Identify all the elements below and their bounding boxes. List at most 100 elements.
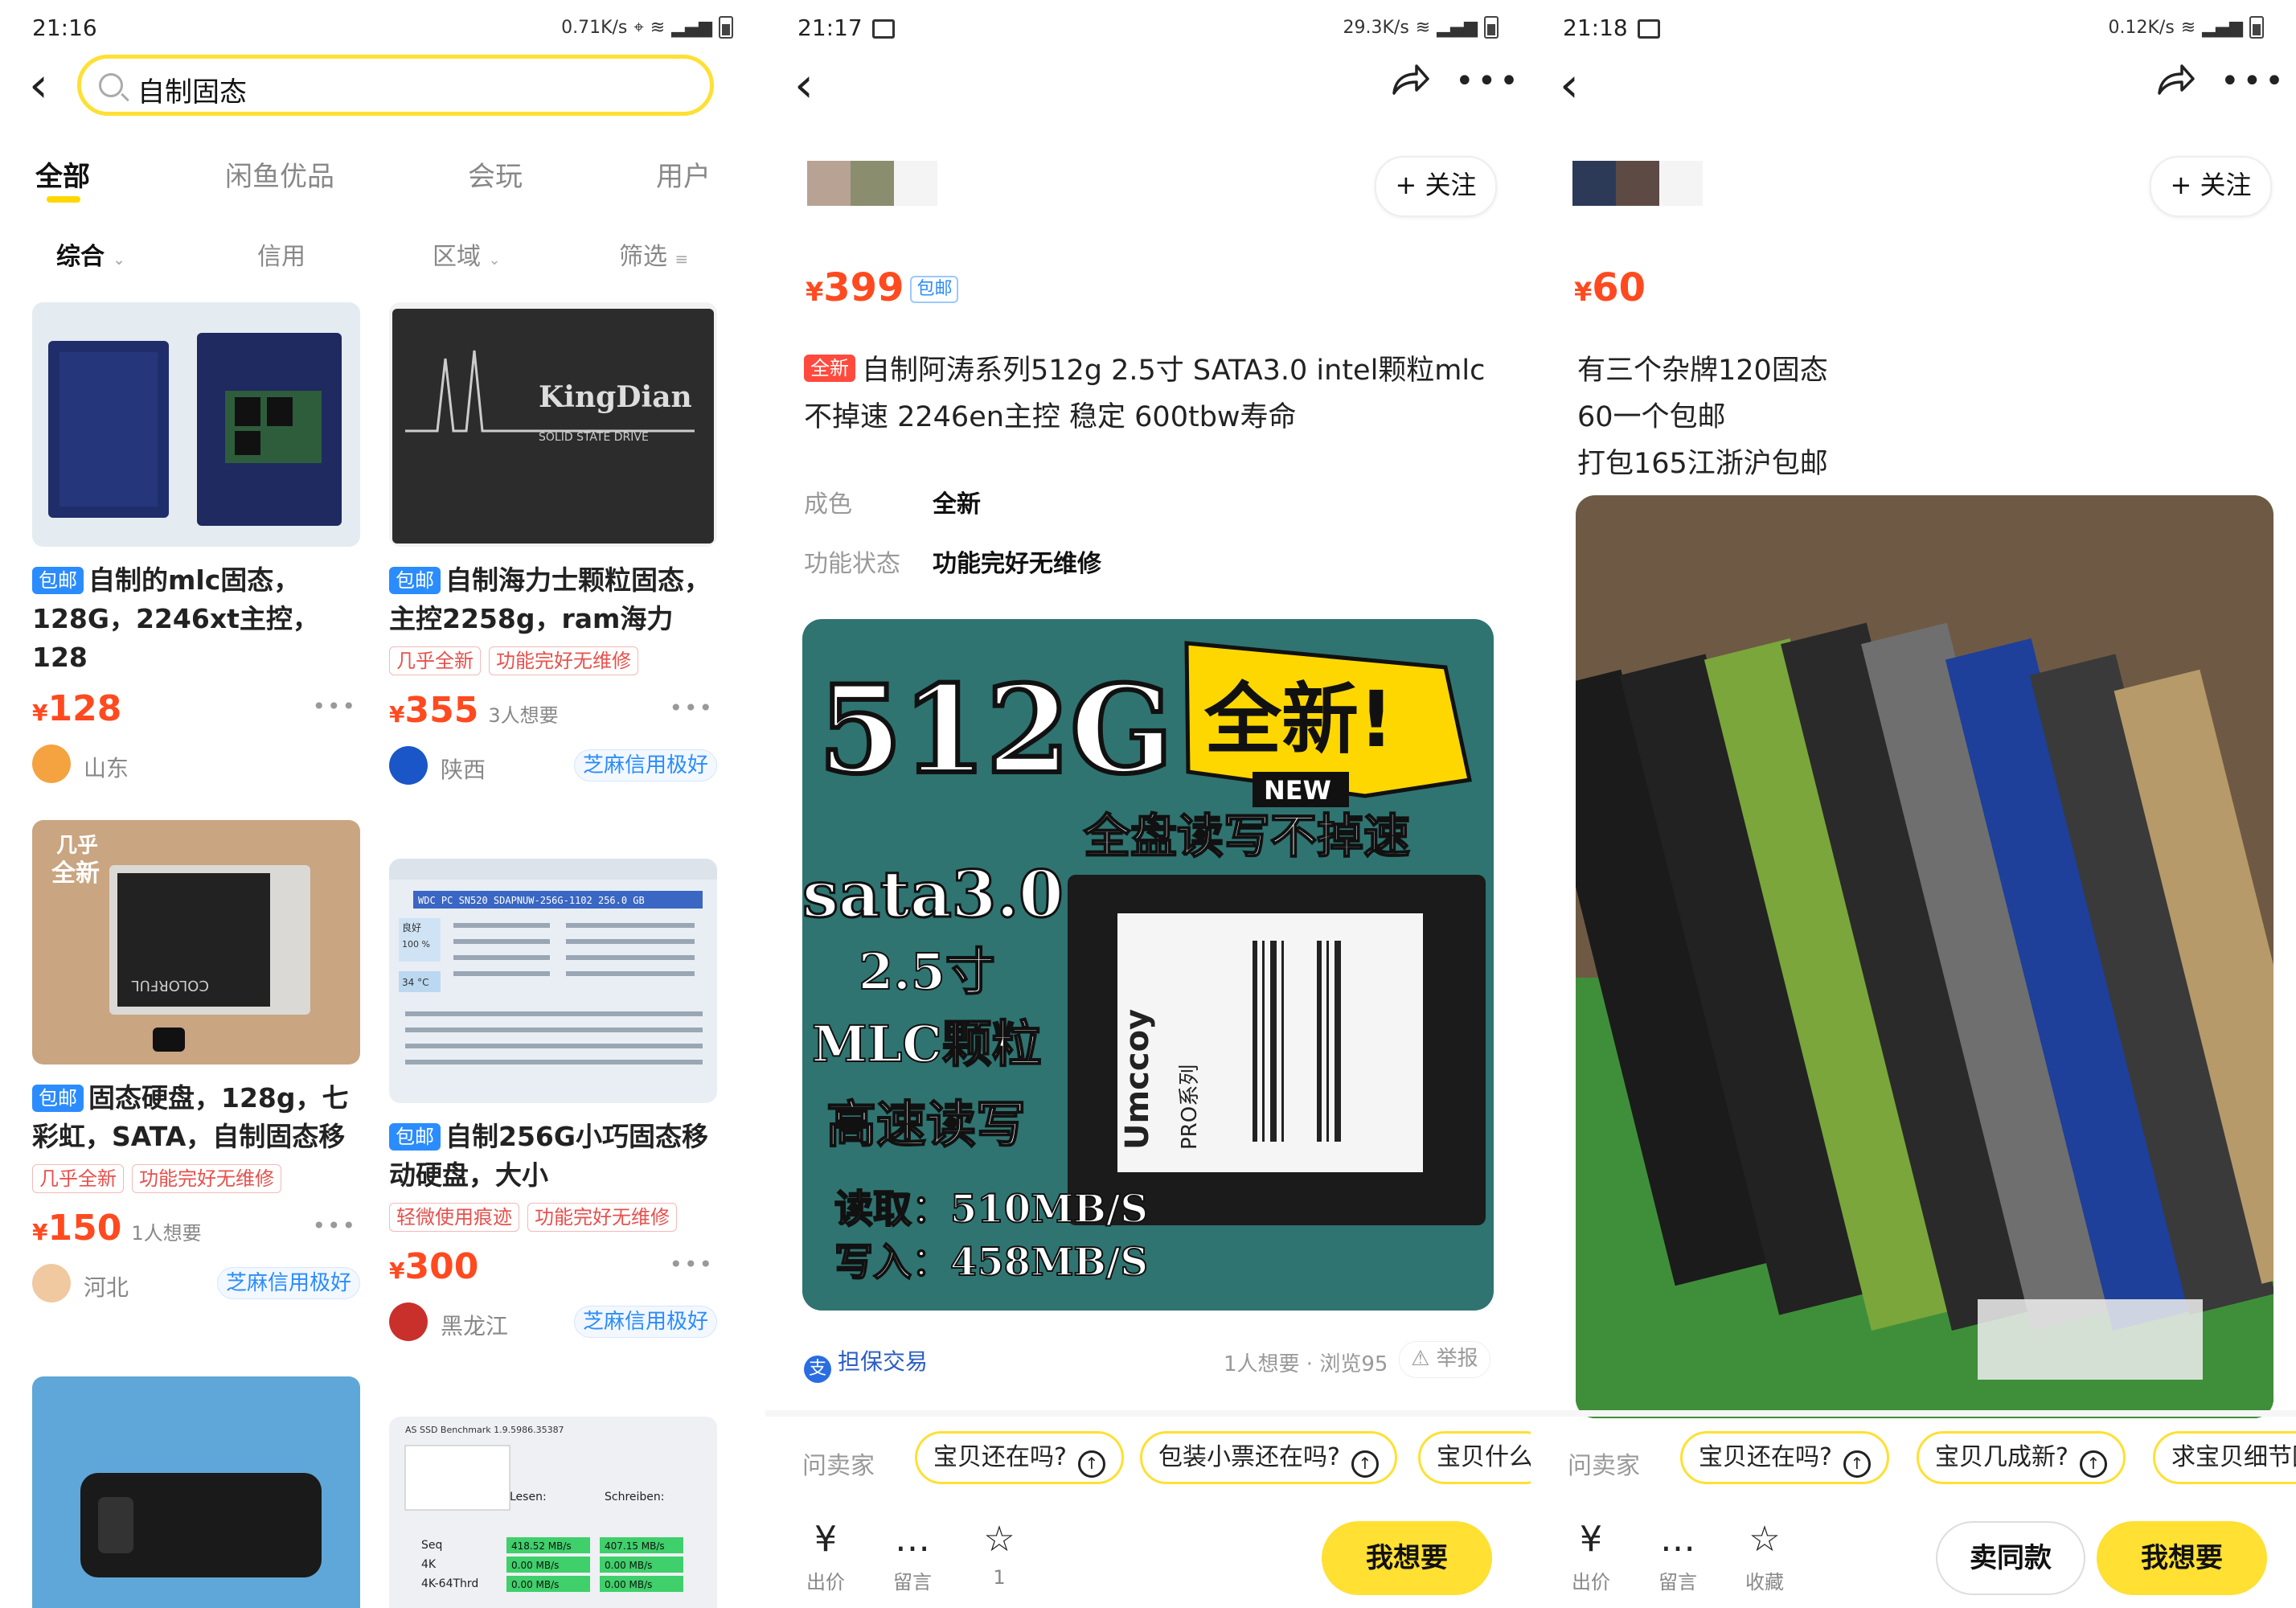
arrow-up-icon: ↑ bbox=[2079, 1450, 2107, 1478]
product-price: ¥355 bbox=[389, 690, 479, 731]
kingdian-ssd-image: KingDian SOLID STATE DRIVE bbox=[389, 302, 717, 547]
more-icon[interactable]: ••• bbox=[2220, 63, 2287, 100]
quick-question-chip[interactable]: 包装小票还在吗? ↑ bbox=[1140, 1431, 1397, 1484]
filter-screen[interactable]: 筛选 ≡ bbox=[619, 236, 688, 272]
product-card[interactable]: 几乎 全新 COLORFUL 包邮 固态硬盘，128g，七彩虹，SATA，自制固态… bbox=[32, 820, 360, 1304]
price-value: 355 bbox=[404, 690, 479, 731]
image-label-series: PRO系列 bbox=[1178, 1064, 1202, 1150]
image-slogan: 全盘读写不掉速 bbox=[1083, 809, 1410, 863]
escrow-link[interactable]: 支担保交易 bbox=[804, 1344, 928, 1383]
more-icon[interactable]: ••• bbox=[669, 695, 714, 721]
product-card[interactable]: 包邮 自制的mlc固态，128G，2246xt主控，128 ¥128 ••• 山东 bbox=[32, 302, 360, 785]
tab-users[interactable]: 用户 bbox=[656, 154, 711, 194]
quick-question-chip[interactable]: 宝贝还在吗? ↑ bbox=[1680, 1431, 1889, 1484]
back-icon[interactable]: ‹ bbox=[1560, 61, 1579, 109]
avatar bbox=[32, 745, 71, 783]
image-4k64-read: 0.00 MB/s bbox=[511, 1579, 559, 1590]
product-title: 包邮 固态硬盘，128g，七彩虹，SATA，自制固态移 bbox=[32, 1079, 360, 1156]
free-shipping-badge: 包邮 bbox=[32, 567, 84, 594]
more-icon[interactable]: ••• bbox=[1455, 63, 1522, 100]
image-4k-read: 0.00 MB/s bbox=[511, 1560, 559, 1571]
bid-button[interactable]: ¥ 出价 bbox=[797, 1520, 854, 1594]
free-shipping-badge: 包邮 bbox=[910, 276, 959, 303]
question-text: 宝贝还在吗? bbox=[933, 1443, 1067, 1471]
status-icons: 29.3K/s ≋ ▂▄▆ bbox=[1343, 16, 1499, 39]
share-icon[interactable] bbox=[1389, 63, 1429, 96]
network-speed: 29.3K/s bbox=[1343, 17, 1409, 38]
want-button[interactable]: 我想要 bbox=[2097, 1521, 2267, 1595]
quick-question-chip[interactable]: 宝贝什么 bbox=[1418, 1431, 1531, 1484]
filter-region[interactable]: 区域 ⌄ bbox=[433, 236, 501, 272]
product-title: 包邮 自制的mlc固态，128G，2246xt主控，128 bbox=[32, 561, 360, 677]
search-icon bbox=[99, 73, 123, 97]
product-image: KingDian SOLID STATE DRIVE bbox=[389, 302, 717, 547]
tab-xianyu-premium[interactable]: 闲鱼优品 bbox=[225, 154, 334, 194]
quick-question-chip[interactable]: 宝贝还在吗? ↑ bbox=[915, 1431, 1124, 1484]
favorite-button[interactable]: ☆ 收藏 bbox=[1736, 1520, 1793, 1594]
want-button[interactable]: 我想要 bbox=[1322, 1521, 1492, 1595]
report-button[interactable]: ⚠ 举报 bbox=[1399, 1341, 1490, 1378]
status-time-text: 21:18 bbox=[1563, 14, 1628, 41]
filter-credit[interactable]: 信用 bbox=[257, 236, 305, 272]
bid-button[interactable]: ¥ 出价 bbox=[1563, 1520, 1619, 1594]
comment-button[interactable]: … 留言 bbox=[1650, 1520, 1706, 1594]
chevron-down-icon: ⌄ bbox=[113, 252, 125, 269]
more-icon[interactable]: ••• bbox=[312, 693, 357, 720]
search-input[interactable]: 自制固态 bbox=[77, 55, 714, 116]
seller-location: 黑龙江 bbox=[441, 1313, 509, 1339]
follow-button[interactable]: + 关注 bbox=[1375, 156, 1497, 217]
credit-badge: 芝麻信用极好 bbox=[573, 749, 717, 781]
more-icon[interactable]: ••• bbox=[312, 1212, 357, 1239]
product-card[interactable]: AS SSD Benchmark 1.9.5986.35387 Lesen: S… bbox=[389, 1417, 717, 1608]
seller-avatar-blurred bbox=[1572, 161, 1703, 206]
image-notification-icon bbox=[871, 19, 895, 39]
more-icon[interactable]: ••• bbox=[669, 1251, 714, 1278]
follow-button[interactable]: + 关注 bbox=[2150, 156, 2272, 217]
comment-button[interactable]: … 留言 bbox=[884, 1520, 941, 1594]
star-icon: ☆ bbox=[983, 1519, 1015, 1560]
share-icon[interactable] bbox=[2155, 63, 2195, 96]
image-drive-name: WDC PC SN520 SDAPNUW-256G-1102 256.0 GB bbox=[418, 895, 645, 906]
product-image: WDC PC SN520 SDAPNUW-256G-1102 256.0 GB … bbox=[389, 859, 717, 1103]
signal-icon: ▂▄▆ bbox=[1437, 17, 1478, 38]
product-main-image[interactable] bbox=[1576, 495, 2273, 1418]
back-icon[interactable]: ‹ bbox=[794, 61, 814, 109]
attr-value: 功能完好无维修 bbox=[933, 550, 1101, 578]
image-health-value: 100 % bbox=[402, 939, 430, 950]
question-text: 宝贝什么 bbox=[1437, 1443, 1531, 1471]
crystaldisk-screenshot-image: WDC PC SN520 SDAPNUW-256G-1102 256.0 GB … bbox=[389, 859, 717, 1103]
status-icons: 0.12K/s ≋ ▂▄▆ bbox=[2109, 16, 2264, 39]
back-icon[interactable]: ‹ bbox=[29, 61, 48, 109]
benchmark-screenshot-image: AS SSD Benchmark 1.9.5986.35387 Lesen: S… bbox=[389, 1417, 717, 1608]
quick-question-chip[interactable]: 求宝贝细节图 bbox=[2153, 1431, 2296, 1484]
product-price: ¥300 bbox=[389, 1246, 479, 1287]
quick-question-chip[interactable]: 宝贝几成新? ↑ bbox=[1917, 1431, 2126, 1484]
image-row-4k64: 4K-64Thrd bbox=[421, 1577, 478, 1590]
ssd-open-case-image bbox=[32, 302, 360, 547]
battery-icon bbox=[719, 16, 733, 39]
image-4k-write: 0.00 MB/s bbox=[605, 1560, 652, 1571]
price-value: 300 bbox=[404, 1246, 479, 1287]
favorite-button[interactable]: ☆ 1 bbox=[971, 1519, 1027, 1590]
attr-condition: 成色 全新 bbox=[804, 484, 981, 519]
product-card[interactable] bbox=[32, 1376, 360, 1608]
action-bar: ¥ 出价 … 留言 ☆ 1 我想要 bbox=[765, 1503, 1531, 1608]
status-bar: 21:16 0.71K/s ⌖ ≋ ▂▄▆ bbox=[0, 0, 765, 51]
battery-icon bbox=[2249, 16, 2264, 39]
tab-all[interactable]: 全部 bbox=[35, 154, 90, 194]
attr-value: 全新 bbox=[933, 490, 981, 519]
search-results-screen: 21:16 0.71K/s ⌖ ≋ ▂▄▆ ‹ 自制固态 全部 闲鱼优品 会玩 … bbox=[0, 0, 765, 1608]
tab-huiwan[interactable]: 会玩 bbox=[468, 154, 523, 194]
product-image bbox=[32, 302, 360, 547]
product-card[interactable]: WDC PC SN520 SDAPNUW-256G-1102 256.0 GB … bbox=[389, 859, 717, 1343]
question-text: 宝贝几成新? bbox=[1935, 1443, 2068, 1471]
active-tab-indicator bbox=[47, 196, 80, 203]
credit-badge: 芝麻信用极好 bbox=[573, 1306, 717, 1338]
image-read-header: Lesen: bbox=[510, 1491, 547, 1503]
new-tag: 全新 bbox=[804, 355, 855, 382]
condition-tag: 几乎全新 bbox=[389, 646, 481, 675]
product-main-image[interactable]: 512G 全新! NEW 全盘读写不掉速 sata3.0 2.5寸 MLC颗粒 … bbox=[802, 619, 1494, 1311]
product-card[interactable]: KingDian SOLID STATE DRIVE 包邮 自制海力士颗粒固态，主… bbox=[389, 302, 717, 786]
filter-sort[interactable]: 综合 ⌄ bbox=[56, 236, 125, 272]
sell-same-button[interactable]: 卖同款 bbox=[1936, 1521, 2085, 1595]
